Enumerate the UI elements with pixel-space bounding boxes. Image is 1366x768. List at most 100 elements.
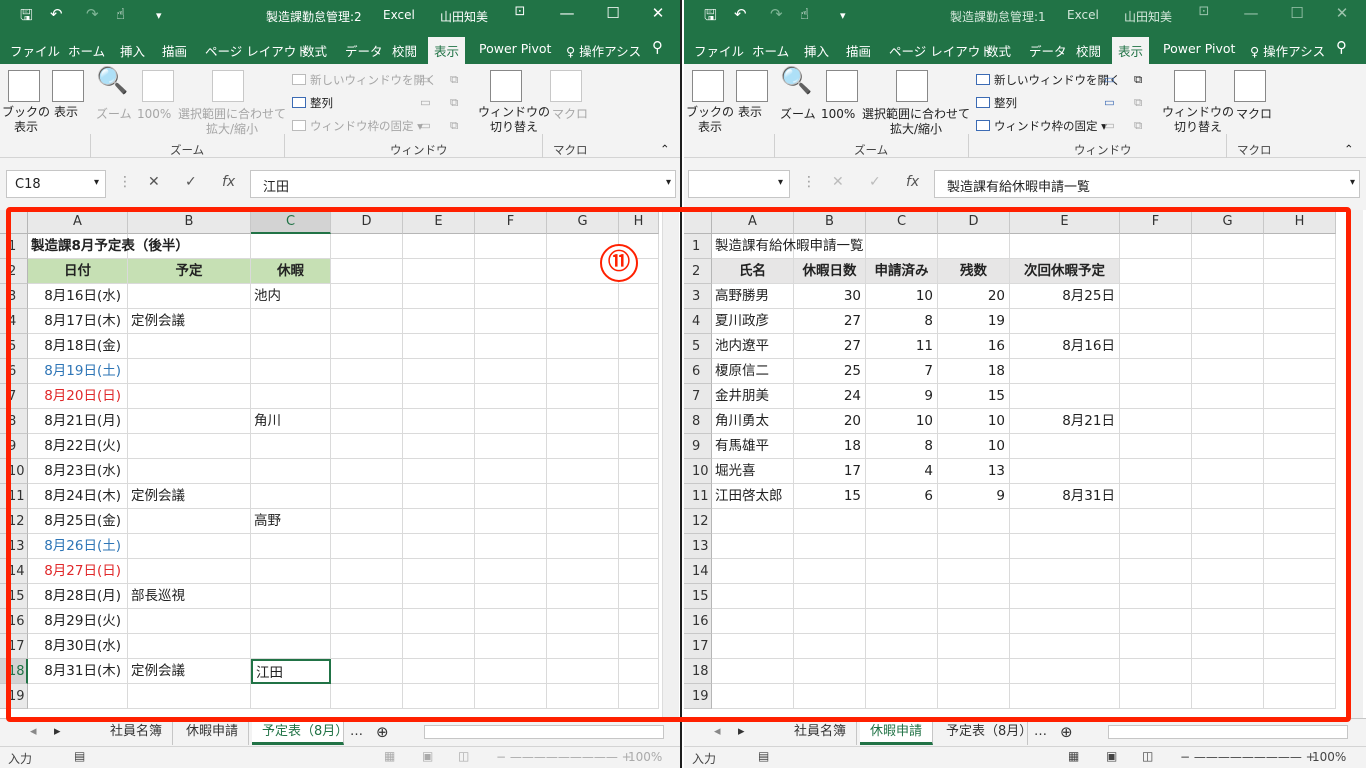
- name-box[interactable]: C18 ▾: [6, 170, 106, 198]
- cell[interactable]: [475, 559, 547, 584]
- cell[interactable]: [1120, 534, 1192, 559]
- cell[interactable]: [251, 584, 331, 609]
- column-header[interactable]: H: [619, 210, 659, 234]
- select-all-corner[interactable]: [684, 210, 712, 234]
- cell[interactable]: [331, 634, 403, 659]
- insert-function-icon[interactable]: fx: [222, 174, 235, 190]
- switch-window-icon[interactable]: [1174, 70, 1206, 102]
- cell[interactable]: [1010, 559, 1120, 584]
- row-header[interactable]: 7: [684, 384, 712, 409]
- cell[interactable]: [547, 584, 619, 609]
- expand-formula-icon[interactable]: ▾: [666, 177, 671, 188]
- cell[interactable]: [866, 559, 938, 584]
- cell[interactable]: 次回休暇予定: [1010, 259, 1120, 284]
- cell[interactable]: 氏名: [712, 259, 794, 284]
- worksheet-grid[interactable]: A B C D E F G H 1 製造課有給休暇申請一覧 2 氏名 休暇日数 申請済み 残数 次回休暇予定 3…: [684, 210, 1346, 718]
- customize-qa-icon[interactable]: ▾: [840, 9, 846, 22]
- cell[interactable]: [331, 509, 403, 534]
- cell[interactable]: 15: [794, 484, 866, 509]
- cell[interactable]: [1264, 259, 1336, 284]
- cell[interactable]: 9: [866, 384, 938, 409]
- row-header[interactable]: 8: [684, 409, 712, 434]
- cell[interactable]: [794, 559, 866, 584]
- zoom-selection-icon[interactable]: [896, 70, 928, 102]
- cell[interactable]: [475, 434, 547, 459]
- cell[interactable]: [1010, 609, 1120, 634]
- macro-record-icon[interactable]: ▤: [758, 749, 769, 763]
- cell[interactable]: 30: [794, 284, 866, 309]
- arrange-button[interactable]: 整列: [976, 95, 1017, 111]
- row-header[interactable]: 14: [0, 559, 28, 584]
- column-header[interactable]: F: [1120, 210, 1192, 234]
- cell[interactable]: 6: [866, 484, 938, 509]
- new-window-button[interactable]: 新しいウィンドウを開く: [976, 72, 1121, 88]
- add-sheet-icon[interactable]: ⊕: [366, 719, 399, 745]
- cell[interactable]: [403, 309, 475, 334]
- cell[interactable]: [1120, 234, 1192, 259]
- cell[interactable]: [28, 684, 128, 709]
- row-header[interactable]: 3: [684, 284, 712, 309]
- cell[interactable]: [1120, 584, 1192, 609]
- undo-icon[interactable]: ↶: [50, 5, 63, 23]
- cell[interactable]: [475, 334, 547, 359]
- cell[interactable]: [1192, 659, 1264, 684]
- maximize-button[interactable]: ☐: [1283, 4, 1311, 22]
- cell[interactable]: 8月22日(火): [28, 434, 128, 459]
- cell[interactable]: [475, 609, 547, 634]
- cell[interactable]: [1120, 509, 1192, 534]
- cell[interactable]: [331, 259, 403, 284]
- insert-function-icon[interactable]: fx: [906, 174, 919, 190]
- cell[interactable]: [1192, 634, 1264, 659]
- cell[interactable]: [475, 534, 547, 559]
- cell[interactable]: [251, 684, 331, 709]
- cell[interactable]: [331, 609, 403, 634]
- cell[interactable]: [547, 484, 619, 509]
- show-button[interactable]: 表示: [738, 105, 762, 120]
- cell[interactable]: [475, 509, 547, 534]
- cell[interactable]: [866, 659, 938, 684]
- cell[interactable]: 10: [938, 409, 1010, 434]
- cell[interactable]: [712, 534, 794, 559]
- cell[interactable]: 8月31日(木): [28, 659, 128, 684]
- cell[interactable]: 20: [794, 409, 866, 434]
- show-icon[interactable]: [736, 70, 768, 102]
- cell[interactable]: [619, 584, 659, 609]
- cell[interactable]: [331, 409, 403, 434]
- cell[interactable]: [128, 384, 251, 409]
- macro-icon[interactable]: [1234, 70, 1266, 102]
- cell[interactable]: [547, 409, 619, 434]
- row-header[interactable]: 4: [684, 309, 712, 334]
- cell[interactable]: 10: [938, 434, 1010, 459]
- cell[interactable]: [251, 634, 331, 659]
- row-header[interactable]: 19: [684, 684, 712, 709]
- cell[interactable]: [619, 459, 659, 484]
- cell[interactable]: 江田啓太郎: [712, 484, 794, 509]
- macro-record-icon[interactable]: ▤: [74, 749, 85, 763]
- row-header[interactable]: 15: [684, 584, 712, 609]
- close-button[interactable]: ✕: [644, 4, 672, 22]
- cell[interactable]: [1192, 234, 1264, 259]
- cell[interactable]: 27: [794, 334, 866, 359]
- cell[interactable]: [1010, 659, 1120, 684]
- page-break-view-icon[interactable]: ◫: [1142, 749, 1153, 763]
- cell[interactable]: [331, 459, 403, 484]
- cell[interactable]: [866, 634, 938, 659]
- arrange-button[interactable]: 整列: [292, 95, 333, 111]
- account-icon[interactable]: ⚲: [1336, 38, 1347, 56]
- tab-formulas[interactable]: 数式: [302, 41, 327, 60]
- cell[interactable]: 金井朋美: [712, 384, 794, 409]
- cell[interactable]: [403, 609, 475, 634]
- cell[interactable]: [475, 359, 547, 384]
- cell[interactable]: 20: [938, 284, 1010, 309]
- tab-formulas[interactable]: 数式: [986, 41, 1011, 60]
- cell[interactable]: [1120, 684, 1192, 709]
- row-header[interactable]: 4: [0, 309, 28, 334]
- cell[interactable]: 製造課有給休暇申請一覧: [712, 234, 864, 259]
- cell[interactable]: [619, 409, 659, 434]
- cell[interactable]: 19: [938, 309, 1010, 334]
- column-header[interactable]: A: [28, 210, 128, 234]
- tab-page-layout[interactable]: ページ レイアウト: [205, 41, 309, 60]
- row-header[interactable]: 5: [0, 334, 28, 359]
- cell[interactable]: [403, 659, 475, 684]
- cell[interactable]: 10: [866, 284, 938, 309]
